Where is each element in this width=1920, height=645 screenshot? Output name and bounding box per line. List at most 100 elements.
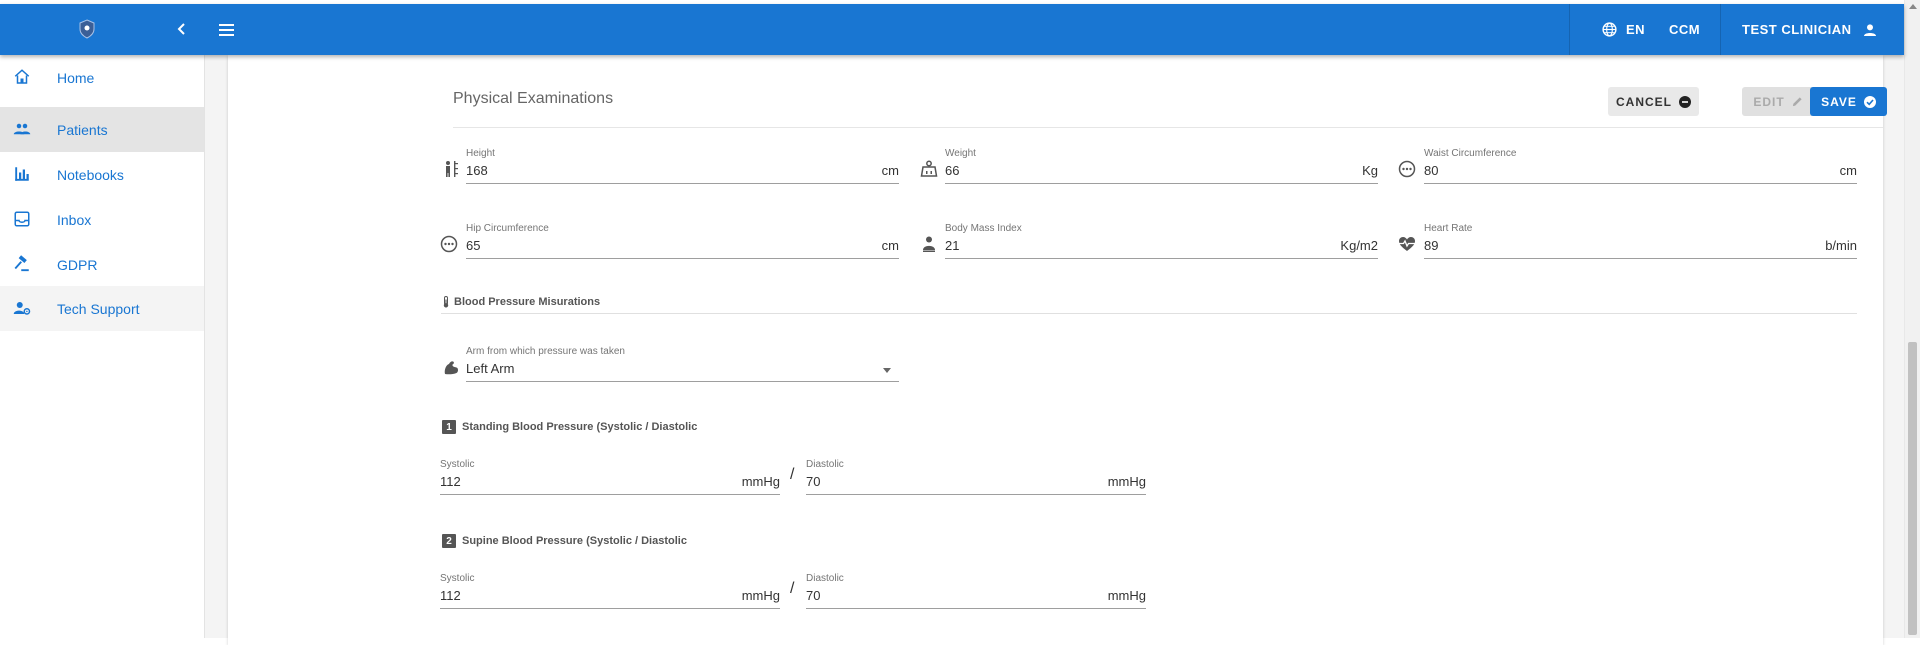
height-icon <box>446 161 458 177</box>
shield-logo-icon[interactable] <box>78 19 96 39</box>
hip-circumference-unit: cm <box>881 238 899 253</box>
field-underline <box>1424 183 1857 184</box>
pencil-icon <box>1792 97 1802 107</box>
field-underline <box>945 183 1378 184</box>
hip-circumference-field[interactable]: Hip Circumference 65 cm <box>466 223 899 263</box>
arm-select-label: Arm from which pressure was taken <box>466 346 625 357</box>
chevron-left-icon[interactable] <box>175 22 189 36</box>
body-mass-index-value[interactable]: 21 <box>945 238 959 253</box>
card-title: Physical Examinations <box>453 90 614 107</box>
sidebar-item-gdpr[interactable]: GDPR <box>0 242 204 287</box>
more-horiz-circle-icon <box>440 235 458 253</box>
heart-rate-label: Heart Rate <box>1424 223 1473 234</box>
arm-select[interactable]: Arm from which pressure was taken Left A… <box>466 346 899 386</box>
page-scrollbar[interactable] <box>1904 0 1920 638</box>
diastolic-label: Diastolic <box>806 573 844 584</box>
systolic-value[interactable]: 112 <box>440 474 461 489</box>
heart-rate-field[interactable]: Heart Rate 89 b/min <box>1424 223 1857 263</box>
sidebar-item-patients[interactable]: Patients <box>0 107 204 152</box>
scrollbar-thumb[interactable] <box>1908 342 1917 635</box>
scroll-up-arrow-icon[interactable] <box>1909 4 1917 9</box>
minus-circle-icon <box>1679 95 1691 108</box>
topbar-divider <box>1720 4 1721 55</box>
bp-separator: / <box>790 580 795 597</box>
field-underline <box>806 494 1146 495</box>
language-selector[interactable]: EN <box>1601 4 1645 55</box>
standing-diastolic-field[interactable]: Diastolic 70 mmHg <box>806 459 1146 499</box>
heart-rate-unit: b/min <box>1825 238 1857 253</box>
systolic-label: Systolic <box>440 573 475 584</box>
topbar-divider <box>1569 4 1570 55</box>
systolic-label: Systolic <box>440 459 475 470</box>
org-selector[interactable]: CCM <box>1669 4 1700 55</box>
diastolic-value[interactable]: 70 <box>806 588 820 603</box>
bar-chart-icon <box>15 167 29 181</box>
more-horiz-circle-icon <box>1398 160 1416 178</box>
save-button-label: SAVE <box>1821 94 1857 109</box>
support-person-icon <box>13 302 31 315</box>
standing-bp-title: Standing Blood Pressure (Systolic / Dias… <box>462 421 698 433</box>
supine-bp-title: Supine Blood Pressure (Systolic / Diasto… <box>462 535 687 547</box>
sidebar-item-home[interactable]: Home <box>0 55 204 100</box>
diastolic-unit: mmHg <box>1107 474 1146 489</box>
standing-systolic-field[interactable]: Systolic 112 mmHg <box>440 459 780 499</box>
field-underline <box>466 381 899 382</box>
sidebar-item-inbox[interactable]: Inbox <box>0 197 204 242</box>
save-button[interactable]: SAVE <box>1810 87 1887 116</box>
weight-label: Weight <box>945 148 976 159</box>
heart-pulse-icon <box>1399 237 1415 251</box>
main-content: Physical Examinations CANCEL EDIT SAVE H… <box>205 55 1904 645</box>
top-app-bar: EN CCM TEST CLINICIAN <box>0 4 1904 55</box>
person-icon <box>1863 23 1876 36</box>
systolic-value[interactable]: 112 <box>440 588 461 603</box>
height-unit: cm <box>881 163 899 178</box>
systolic-unit: mmHg <box>741 474 780 489</box>
hip-circumference-value[interactable]: 65 <box>466 238 480 253</box>
waist-circumference-value[interactable]: 80 <box>1424 163 1438 178</box>
weight-value[interactable]: 66 <box>945 163 959 178</box>
diastolic-value[interactable]: 70 <box>806 474 820 489</box>
heart-rate-value[interactable]: 89 <box>1424 238 1438 253</box>
height-label: Height <box>466 148 495 159</box>
field-underline <box>466 258 899 259</box>
hip-circumference-label: Hip Circumference <box>466 223 549 234</box>
waist-circumference-field[interactable]: Waist Circumference 80 cm <box>1424 148 1857 188</box>
dropdown-caret-icon[interactable] <box>883 368 891 373</box>
home-icon <box>14 69 30 84</box>
field-underline <box>466 183 899 184</box>
cancel-button[interactable]: CANCEL <box>1608 87 1699 116</box>
supine-systolic-field[interactable]: Systolic 112 mmHg <box>440 573 780 613</box>
globe-icon <box>1602 22 1617 37</box>
bp-separator: / <box>790 466 795 483</box>
section-divider <box>441 313 1857 314</box>
sidebar-item-label: Notebooks <box>57 166 124 183</box>
edit-button[interactable]: EDIT <box>1742 87 1814 116</box>
sidebar-item-label: Inbox <box>57 211 92 228</box>
waist-circumference-unit: cm <box>1839 163 1857 178</box>
sidebar-item-tech-support[interactable]: Tech Support <box>0 286 204 331</box>
user-menu[interactable]: TEST CLINICIAN <box>1742 4 1878 55</box>
blood-pressure-section-header: Blood Pressure Misurations <box>441 296 600 308</box>
body-mass-index-field[interactable]: Body Mass Index 21 Kg/m2 <box>945 223 1378 263</box>
sidebar-item-notebooks[interactable]: Notebooks <box>0 152 204 197</box>
diastolic-label: Diastolic <box>806 459 844 470</box>
standing-bp-header: 1 Standing Blood Pressure (Systolic / Di… <box>442 420 697 434</box>
field-underline <box>1424 258 1857 259</box>
supine-bp-header: 2 Supine Blood Pressure (Systolic / Dias… <box>442 534 687 548</box>
cancel-button-label: CANCEL <box>1616 94 1672 109</box>
field-underline <box>440 494 780 495</box>
gavel-icon <box>14 255 29 272</box>
check-circle-icon <box>1863 95 1876 108</box>
height-value[interactable]: 168 <box>466 163 488 178</box>
supine-diastolic-field[interactable]: Diastolic 70 mmHg <box>806 573 1146 613</box>
arm-select-value[interactable]: Left Arm <box>466 361 514 376</box>
height-field[interactable]: Height 168 cm <box>466 148 899 188</box>
weight-scale-icon <box>920 160 938 177</box>
weight-field[interactable]: Weight 66 Kg <box>945 148 1378 188</box>
body-mass-index-label: Body Mass Index <box>945 223 1022 234</box>
waist-circumference-label: Waist Circumference <box>1424 148 1517 159</box>
sidebar-item-label: Patients <box>57 121 108 138</box>
sidebar: Home Patients Notebooks Inbox GDPR Tech … <box>0 55 205 638</box>
number-one-icon: 1 <box>442 420 456 434</box>
hamburger-menu-icon[interactable] <box>217 22 237 37</box>
